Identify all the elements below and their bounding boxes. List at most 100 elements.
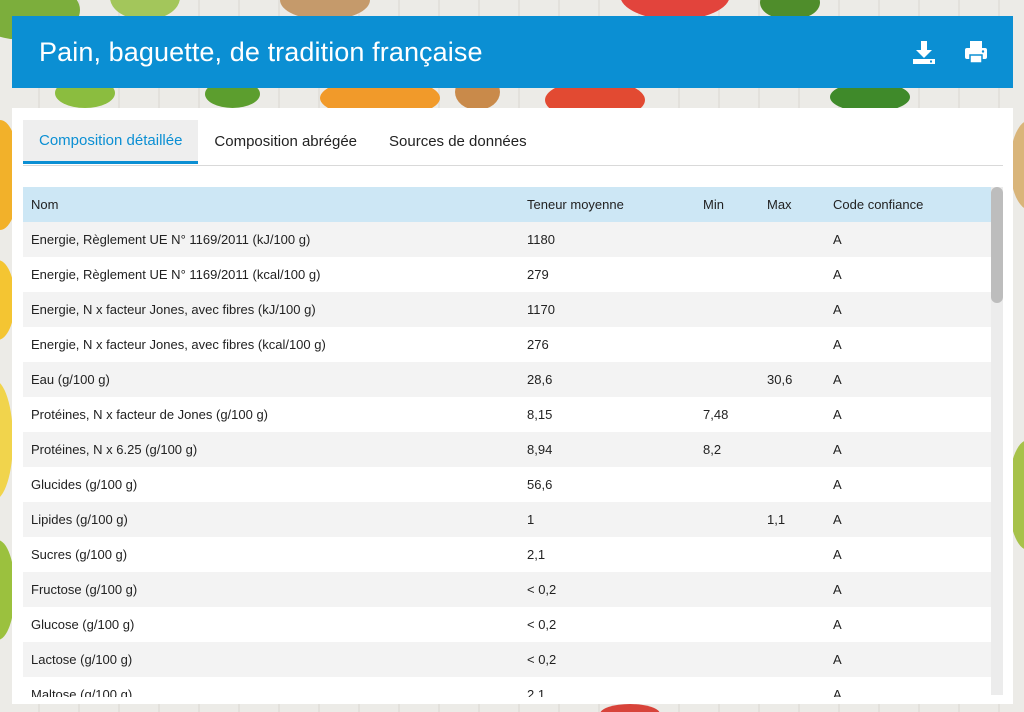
cell-max (759, 607, 825, 642)
cell-min: 8,2 (703, 442, 722, 457)
cell-code-confiance: A (833, 652, 842, 667)
cell-max (759, 397, 825, 432)
table-row[interactable]: Fructose (g/100 g) < 0,2 A (23, 572, 991, 607)
print-icon[interactable] (962, 38, 990, 66)
cell-min (695, 292, 759, 327)
cell-code-confiance: A (833, 372, 842, 387)
cell-code-confiance: A (833, 267, 842, 282)
cell-teneur-moyenne: < 0,2 (527, 617, 557, 632)
cell-teneur-moyenne: 1180 (527, 232, 555, 247)
cell-min (695, 502, 759, 537)
cell-nom: Fructose (g/100 g) (31, 582, 138, 597)
cell-max (759, 642, 825, 677)
cell-nom: Sucres (g/100 g) (31, 547, 128, 562)
cell-min (695, 222, 759, 257)
cell-max (759, 432, 825, 467)
cell-teneur-moyenne: 8,15 (527, 407, 553, 422)
cell-max: 30,6 (767, 372, 793, 387)
scrollbar-thumb[interactable] (991, 187, 1003, 303)
cell-code-confiance: A (833, 687, 842, 697)
cell-max (759, 257, 825, 292)
cell-teneur-moyenne: 2,1 (527, 547, 546, 562)
cell-min (695, 537, 759, 572)
column-header-nom[interactable]: Nom (23, 187, 519, 222)
table-row[interactable]: Energie, N x facteur Jones, avec fibres … (23, 292, 991, 327)
cell-max (759, 292, 825, 327)
table-row[interactable]: Protéines, N x 6.25 (g/100 g) 8,94 8,2 A (23, 432, 991, 467)
table-row[interactable]: Lactose (g/100 g) < 0,2 A (23, 642, 991, 677)
tab-composition-abregee[interactable]: Composition abrégée (198, 120, 373, 164)
cell-code-confiance: A (833, 442, 842, 457)
cell-teneur-moyenne: 8,94 (527, 442, 553, 457)
table-row[interactable]: Maltose (g/100 g) 2,1 A (23, 677, 991, 697)
cell-nom: Energie, N x facteur Jones, avec fibres … (31, 337, 326, 352)
cell-nom: Energie, Règlement UE N° 1169/2011 (kJ/1… (31, 232, 311, 247)
cell-code-confiance: A (833, 512, 842, 527)
table-row[interactable]: Energie, N x facteur Jones, avec fibres … (23, 327, 991, 362)
cell-max: 1,1 (767, 512, 786, 527)
cell-teneur-moyenne: 1 (527, 512, 535, 527)
produce-shape (600, 704, 660, 712)
cell-code-confiance: A (833, 477, 842, 492)
column-header-teneur-moyenne[interactable]: Teneur moyenne (519, 187, 695, 222)
cell-teneur-moyenne: 56,6 (527, 477, 553, 492)
table-row[interactable]: Protéines, N x facteur de Jones (g/100 g… (23, 397, 991, 432)
tab-composition-detaillee[interactable]: Composition détaillée (23, 120, 199, 164)
page-header: Pain, baguette, de tradition française (12, 16, 1013, 88)
cell-max (759, 327, 825, 362)
cell-code-confiance: A (833, 617, 842, 632)
cell-code-confiance: A (833, 547, 842, 562)
cell-teneur-moyenne: 276 (527, 337, 549, 352)
table-row[interactable]: Sucres (g/100 g) 2,1 A (23, 537, 991, 572)
cell-nom: Glucose (g/100 g) (31, 617, 135, 632)
cell-teneur-moyenne: 28,6 (527, 372, 553, 387)
cell-max (759, 677, 825, 697)
cell-nom: Lactose (g/100 g) (31, 652, 133, 667)
cell-teneur-moyenne: < 0,2 (527, 652, 557, 667)
column-header-code-confiance[interactable]: Code confiance (825, 187, 991, 222)
column-header-max[interactable]: Max (759, 187, 825, 222)
composition-table: Nom Teneur moyenne Min Max Code confianc… (23, 187, 991, 697)
cell-min (695, 467, 759, 502)
cell-min (695, 677, 759, 697)
cell-nom: Lipides (g/100 g) (31, 512, 128, 527)
cell-max (759, 537, 825, 572)
cell-code-confiance: A (833, 232, 842, 247)
cell-code-confiance: A (833, 582, 842, 597)
download-icon[interactable] (910, 38, 938, 66)
table-row[interactable]: Energie, Règlement UE N° 1169/2011 (kcal… (23, 257, 991, 292)
tab-sources-de-donnees[interactable]: Sources de données (373, 120, 543, 164)
cell-min (695, 257, 759, 292)
cell-min: 7,48 (703, 407, 729, 422)
cell-nom: Maltose (g/100 g) (31, 687, 133, 697)
cell-max (759, 572, 825, 607)
composition-table-container[interactable]: Nom Teneur moyenne Min Max Code confianc… (23, 187, 991, 697)
cell-code-confiance: A (833, 302, 842, 317)
table-row[interactable]: Eau (g/100 g) 28,6 30,6 A (23, 362, 991, 397)
page-title: Pain, baguette, de tradition française (39, 36, 483, 67)
cell-nom: Energie, N x facteur Jones, avec fibres … (31, 302, 316, 317)
cell-min (695, 362, 759, 397)
cell-teneur-moyenne: < 0,2 (527, 582, 557, 597)
composition-panel: Composition détaillée Composition abrégé… (12, 108, 1013, 704)
table-row[interactable]: Glucides (g/100 g) 56,6 A (23, 467, 991, 502)
cell-min (695, 327, 759, 362)
table-row[interactable]: Glucose (g/100 g) < 0,2 A (23, 607, 991, 642)
cell-min (695, 607, 759, 642)
cell-teneur-moyenne: 1170 (527, 302, 555, 317)
cell-nom: Protéines, N x 6.25 (g/100 g) (31, 442, 198, 457)
cell-min (695, 572, 759, 607)
cell-teneur-moyenne: 279 (527, 267, 549, 282)
column-header-min[interactable]: Min (695, 187, 759, 222)
cell-max (759, 467, 825, 502)
tab-bar: Composition détaillée Composition abrégé… (23, 120, 1003, 166)
cell-code-confiance: A (833, 407, 842, 422)
cell-nom: Eau (g/100 g) (31, 372, 110, 387)
table-row[interactable]: Lipides (g/100 g) 1 1,1 A (23, 502, 991, 537)
cell-code-confiance: A (833, 337, 842, 352)
cell-min (695, 642, 759, 677)
table-row[interactable]: Energie, Règlement UE N° 1169/2011 (kJ/1… (23, 222, 991, 257)
cell-max (759, 222, 825, 257)
cell-nom: Glucides (g/100 g) (31, 477, 138, 492)
cell-nom: Protéines, N x facteur de Jones (g/100 g… (31, 407, 269, 422)
